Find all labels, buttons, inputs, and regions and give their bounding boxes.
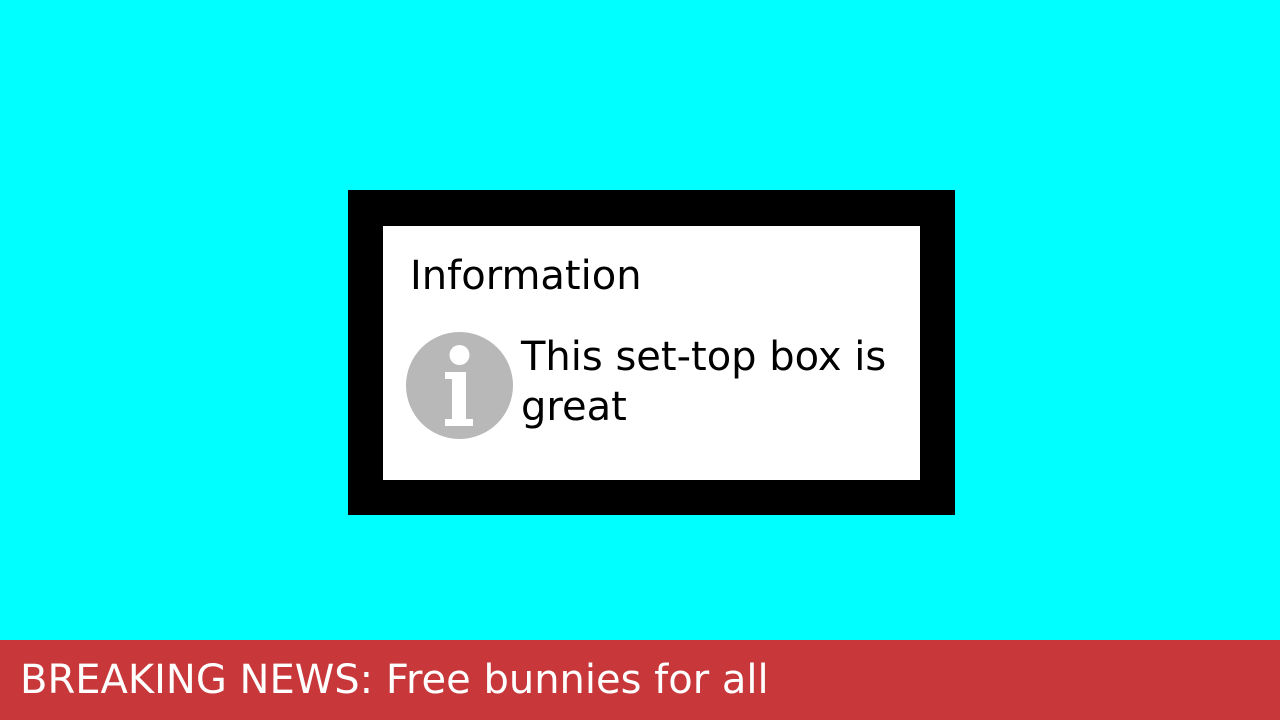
dialog-title: Information [410, 253, 642, 299]
information-dialog: Information This set-top box is great [383, 226, 920, 480]
dialog-frame: Information This set-top box is great [348, 190, 955, 515]
news-ticker-bar: BREAKING NEWS: Free bunnies for all [0, 640, 1280, 720]
info-icon [406, 332, 513, 439]
news-ticker-text: BREAKING NEWS: Free bunnies for all [20, 657, 769, 703]
tv-screen: Information This set-top box is great BR… [0, 0, 1280, 720]
dialog-message: This set-top box is great [521, 334, 887, 430]
